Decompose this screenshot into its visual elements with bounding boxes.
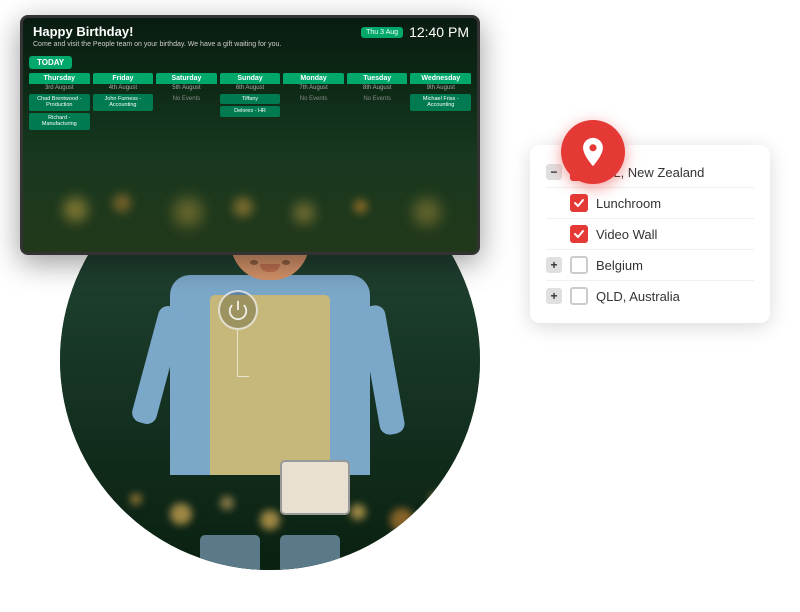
tv-day-friday: Friday 4th August John Furness - Account…	[93, 73, 154, 130]
belgium-label: Belgium	[596, 258, 643, 273]
location-item-qld[interactable]: + QLD, Australia	[546, 281, 754, 311]
qld-checkbox[interactable]	[570, 287, 588, 305]
tv-date-badge: Thu 3 Aug	[361, 27, 403, 38]
location-card: − AKL, New Zealand Lunchroom Video Wall …	[530, 145, 770, 323]
birthday-subtitle: Come and visit the People team on your b…	[33, 41, 467, 48]
location-item-lunchroom[interactable]: Lunchroom	[546, 188, 754, 219]
location-pin-icon[interactable]	[561, 120, 625, 184]
tv-time: 12:40 PM	[409, 24, 469, 40]
belgium-checkbox[interactable]	[570, 256, 588, 274]
videowall-checkbox[interactable]	[570, 225, 588, 243]
tv-day-saturday: Saturday 5th August No Events	[156, 73, 217, 130]
tv-display: Happy Birthday! Come and visit the Peopl…	[20, 15, 480, 255]
belgium-expand-btn[interactable]: +	[546, 257, 562, 273]
location-item-belgium[interactable]: + Belgium	[546, 250, 754, 281]
qld-expand-btn[interactable]: +	[546, 288, 562, 304]
akl-expand-btn[interactable]: −	[546, 164, 562, 180]
tv-day-sunday: Sunday 6th August Tiffany Delores - HR	[220, 73, 281, 130]
location-item-videowall[interactable]: Video Wall	[546, 219, 754, 250]
lunchroom-checkbox[interactable]	[570, 194, 588, 212]
tv-today-badge: TODAY	[29, 56, 72, 69]
tv-day-thursday: Thursday 3rd August Chad Brentwood - Pro…	[29, 73, 90, 130]
lunchroom-label: Lunchroom	[596, 196, 661, 211]
videowall-label: Video Wall	[596, 227, 657, 242]
power-corner	[237, 365, 249, 377]
tv-day-monday: Monday 7th August No Events	[283, 73, 344, 130]
tv-day-tuesday: Tuesday 8th August No Events	[347, 73, 408, 130]
qld-label: QLD, Australia	[596, 289, 680, 304]
power-line	[237, 330, 238, 365]
tv-day-wednesday: Wednesday 9th August Michael Friss - Acc…	[410, 73, 471, 130]
tv-calendar-row: Thursday 3rd August Chad Brentwood - Pro…	[29, 73, 471, 130]
power-icon-overlay	[218, 290, 258, 330]
